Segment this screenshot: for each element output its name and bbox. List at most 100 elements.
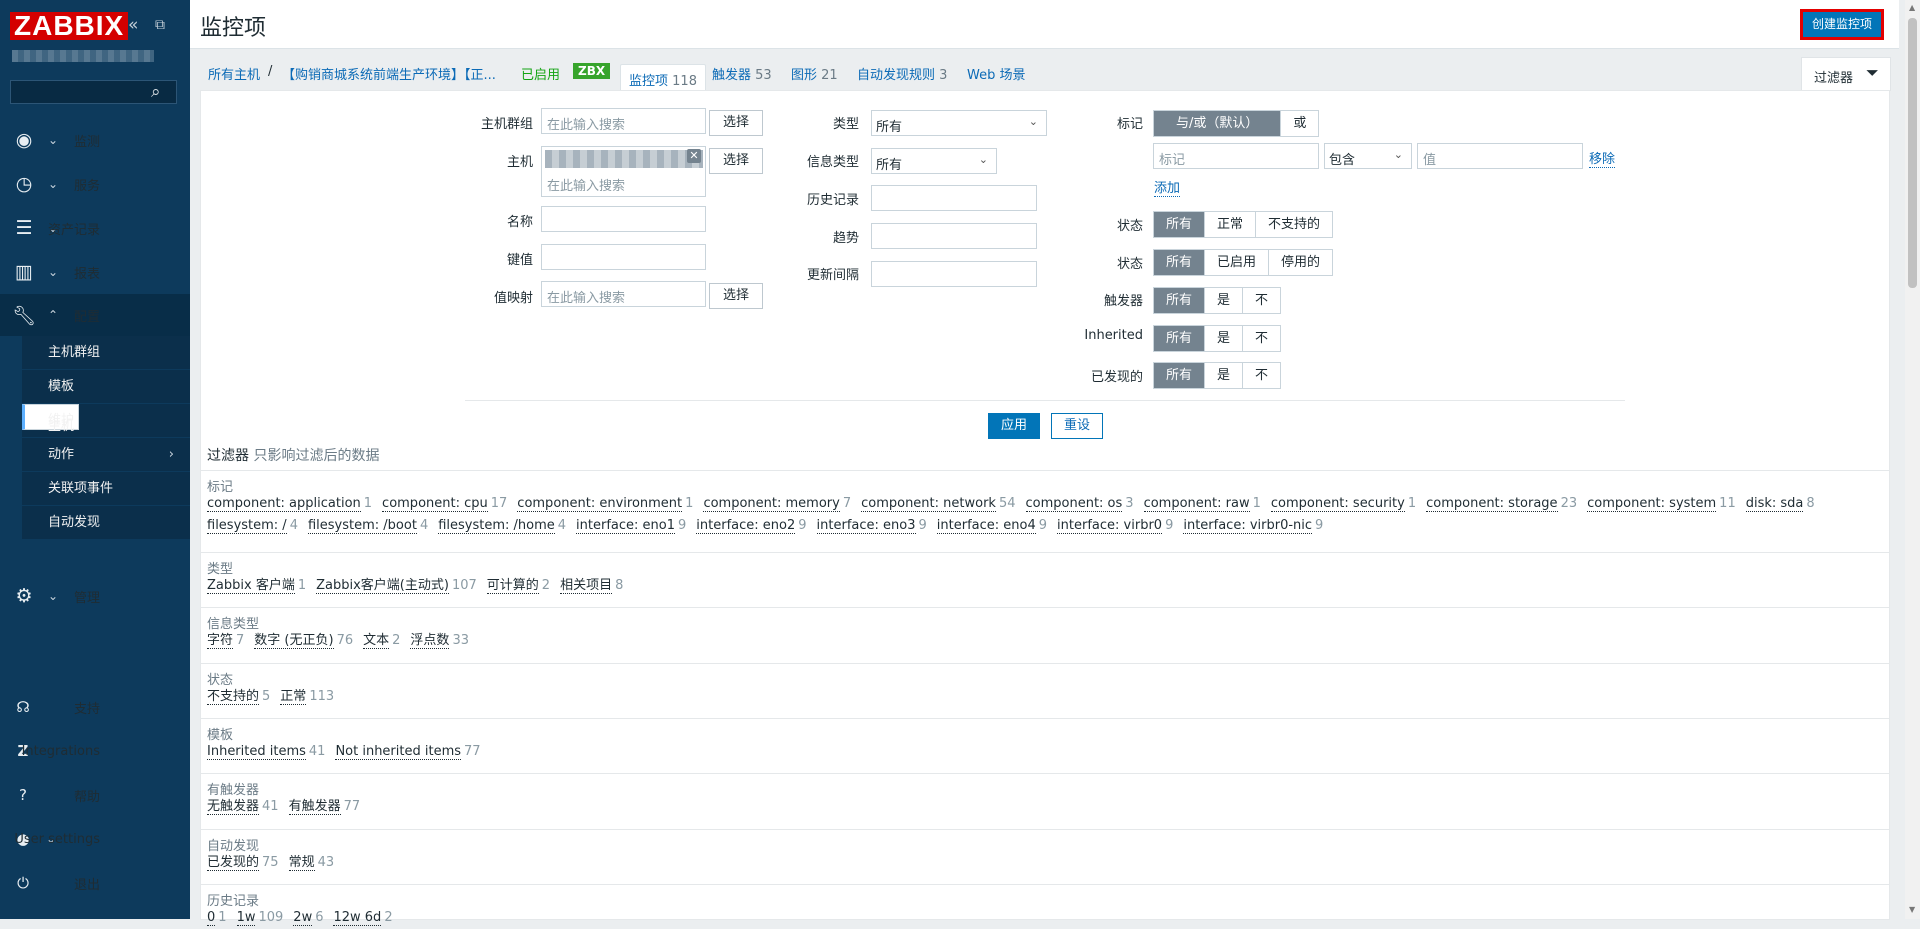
subfilter-chip[interactable]: filesystem: /boot 4 [307, 515, 428, 537]
state-normal[interactable]: 正常 [1204, 212, 1255, 237]
subfilter-chip[interactable]: interface: eno4 9 [936, 515, 1047, 537]
subfilter-chip[interactable]: component: system 11 [1587, 493, 1736, 515]
filter-tab[interactable]: 过滤器 ⏷ [1801, 57, 1891, 91]
subfilter-chip[interactable]: 相关项目 8 [560, 575, 623, 597]
subfilter-chip[interactable]: 无触发器 41 [207, 796, 279, 818]
discovered-no[interactable]: 不 [1242, 363, 1280, 388]
subfilter-chip[interactable]: component: storage 23 [1426, 493, 1577, 515]
key-input[interactable] [541, 244, 706, 270]
subfilter-chip[interactable]: 2w 6 [293, 907, 323, 929]
valuemap-select-button[interactable]: 选择 [709, 283, 763, 309]
type-select[interactable]: 所有 ⌄ [871, 110, 1047, 136]
triggers-no[interactable]: 不 [1242, 288, 1280, 313]
host-group-select-button[interactable]: 选择 [709, 110, 763, 136]
subfilter-chip[interactable]: interface: eno3 9 [816, 515, 927, 537]
scrollbar-thumb[interactable] [1908, 18, 1917, 288]
status-all[interactable]: 所有 [1154, 250, 1205, 275]
subfilter-chip[interactable]: 常规 43 [288, 852, 334, 874]
discovered-all[interactable]: 所有 [1154, 363, 1205, 388]
subfilter-chip[interactable]: 不支持的 5 [207, 686, 270, 708]
submenu-templates[interactable]: 模板 [22, 370, 190, 404]
subfilter-chip[interactable]: component: security 1 [1270, 493, 1416, 515]
tab-triggers[interactable]: 触发器 53 [712, 64, 772, 83]
nav-user-settings[interactable]: ● User settings ⌄ [0, 819, 190, 859]
nav-administration[interactable]: ⚙ 管理 ⌄ [0, 575, 190, 617]
subfilter-chip[interactable]: 已发现的 75 [207, 852, 279, 874]
name-input[interactable] [541, 206, 706, 232]
subfilter-chip[interactable]: interface: virbr0 9 [1057, 515, 1173, 537]
nav-configuration[interactable]: 🔧︎ 配置 ⌃ [0, 294, 190, 336]
apply-button[interactable]: 应用 [988, 413, 1040, 439]
subfilter-chip[interactable]: disk: sda 8 [1745, 493, 1815, 515]
nav-inventory[interactable]: ☰ 资产记录 ⌄ [0, 207, 190, 249]
remove-host-icon[interactable]: ✕ [687, 149, 701, 163]
triggers-yes[interactable]: 是 [1204, 288, 1242, 313]
remove-tag-link[interactable]: 移除 [1589, 148, 1616, 168]
subfilter-chip[interactable]: component: environment 1 [517, 493, 693, 515]
submenu-maintenance[interactable]: 维护 [22, 404, 190, 438]
scroll-up-icon[interactable]: ▲ [1909, 3, 1915, 12]
status-enabled[interactable]: 已启用 [521, 64, 560, 83]
page-scrollbar[interactable]: ▲ ▼ [1905, 0, 1920, 919]
subfilter-chip[interactable]: 可计算的 2 [486, 575, 550, 597]
subfilter-chip[interactable]: 12w 6d 2 [333, 907, 393, 929]
trends-input[interactable] [871, 223, 1037, 249]
breadcrumb-host[interactable]: 【购销商城系统前端生产环境】【正... [282, 64, 496, 83]
triggers-all[interactable]: 所有 [1154, 288, 1205, 313]
subfilter-chip[interactable]: 数字 (无正负) 76 [254, 630, 353, 652]
tag-value-input[interactable]: 值 [1417, 143, 1583, 169]
state-unsupported[interactable]: 不支持的 [1255, 212, 1332, 237]
subfilter-chip[interactable]: Inherited items 41 [207, 741, 325, 763]
nav-monitoring[interactable]: ◉ 监测 ⌄ [0, 119, 190, 161]
subfilter-chip[interactable]: filesystem: /home 4 [438, 515, 566, 537]
subfilter-chip[interactable]: 文本 2 [363, 630, 400, 652]
tags-andor-option[interactable]: 与/或（默认） [1154, 111, 1281, 136]
subfilter-chip[interactable]: interface: eno2 9 [696, 515, 807, 537]
subfilter-chip[interactable]: component: cpu 17 [382, 493, 507, 515]
nav-services[interactable]: ◷ 服务 ⌄ [0, 163, 190, 205]
inherited-no[interactable]: 不 [1242, 326, 1280, 351]
search-icon[interactable]: ⌕ [151, 82, 161, 102]
breadcrumb-all-hosts[interactable]: 所有主机 [208, 64, 260, 83]
tags-or-option[interactable]: 或 [1280, 111, 1318, 136]
interval-input[interactable] [871, 261, 1037, 287]
subfilter-chip[interactable]: Zabbix客户端(主动式) 107 [316, 575, 477, 597]
kiosk-mode-icon[interactable]: ⧉ [155, 17, 165, 33]
nav-signout[interactable]: ⏻ 退出 [0, 863, 190, 903]
nav-reports[interactable]: ▥ 报表 ⌄ [0, 251, 190, 293]
subfilter-chip[interactable]: interface: eno1 9 [576, 515, 686, 537]
tab-web-scenarios[interactable]: Web 场景 [967, 64, 1025, 83]
state-all[interactable]: 所有 [1154, 212, 1205, 237]
subfilter-chip[interactable]: component: memory 7 [703, 493, 851, 515]
submenu-discovery[interactable]: 自动发现 [22, 506, 190, 540]
status-disabled[interactable]: 停用的 [1268, 250, 1332, 275]
history-input[interactable] [871, 185, 1037, 211]
subfilter-chip[interactable]: component: os 3 [1025, 493, 1134, 515]
subfilter-chip[interactable]: 01 [207, 907, 227, 929]
subfilter-chip[interactable]: 1w 109 [236, 907, 283, 929]
scroll-down-icon[interactable]: ▼ [1909, 905, 1915, 914]
subfilter-chip[interactable]: component: network 54 [861, 493, 1016, 515]
tab-graphs[interactable]: 图形 21 [791, 64, 838, 83]
nav-help[interactable]: ? 帮助 [0, 775, 190, 815]
subfilter-chip[interactable]: interface: virbr0-nic 9 [1183, 515, 1323, 537]
tab-discovery-rules[interactable]: 自动发现规则 3 [857, 64, 947, 83]
submenu-host-groups[interactable]: 主机群组 [22, 336, 190, 370]
subfilter-chip[interactable]: 字符 7 [207, 630, 244, 652]
inherited-all[interactable]: 所有 [1154, 326, 1205, 351]
submenu-event-correlation[interactable]: 关联项事件 [22, 472, 190, 506]
tag-name-input[interactable]: 标记 [1153, 143, 1319, 169]
add-tag-link[interactable]: 添加 [1154, 177, 1181, 197]
subfilter-chip[interactable]: component: application 1 [207, 493, 372, 515]
inherited-yes[interactable]: 是 [1204, 326, 1242, 351]
host-multiselect[interactable]: ✕ 在此输入搜索 [541, 146, 706, 197]
status-enabled[interactable]: 已启用 [1204, 250, 1268, 275]
host-select-button[interactable]: 选择 [709, 148, 763, 174]
host-group-input[interactable]: 在此输入搜索 [541, 108, 706, 134]
reset-button[interactable]: 重设 [1051, 413, 1103, 439]
subfilter-chip[interactable]: filesystem: /4 [207, 515, 298, 537]
create-item-button[interactable]: 创建监控项 [1800, 9, 1884, 40]
collapse-sidebar-icon[interactable]: « [128, 15, 138, 35]
subfilter-chip[interactable]: Zabbix 客户端 1 [207, 575, 306, 597]
nav-integrations[interactable]: Z Integrations [0, 731, 190, 771]
